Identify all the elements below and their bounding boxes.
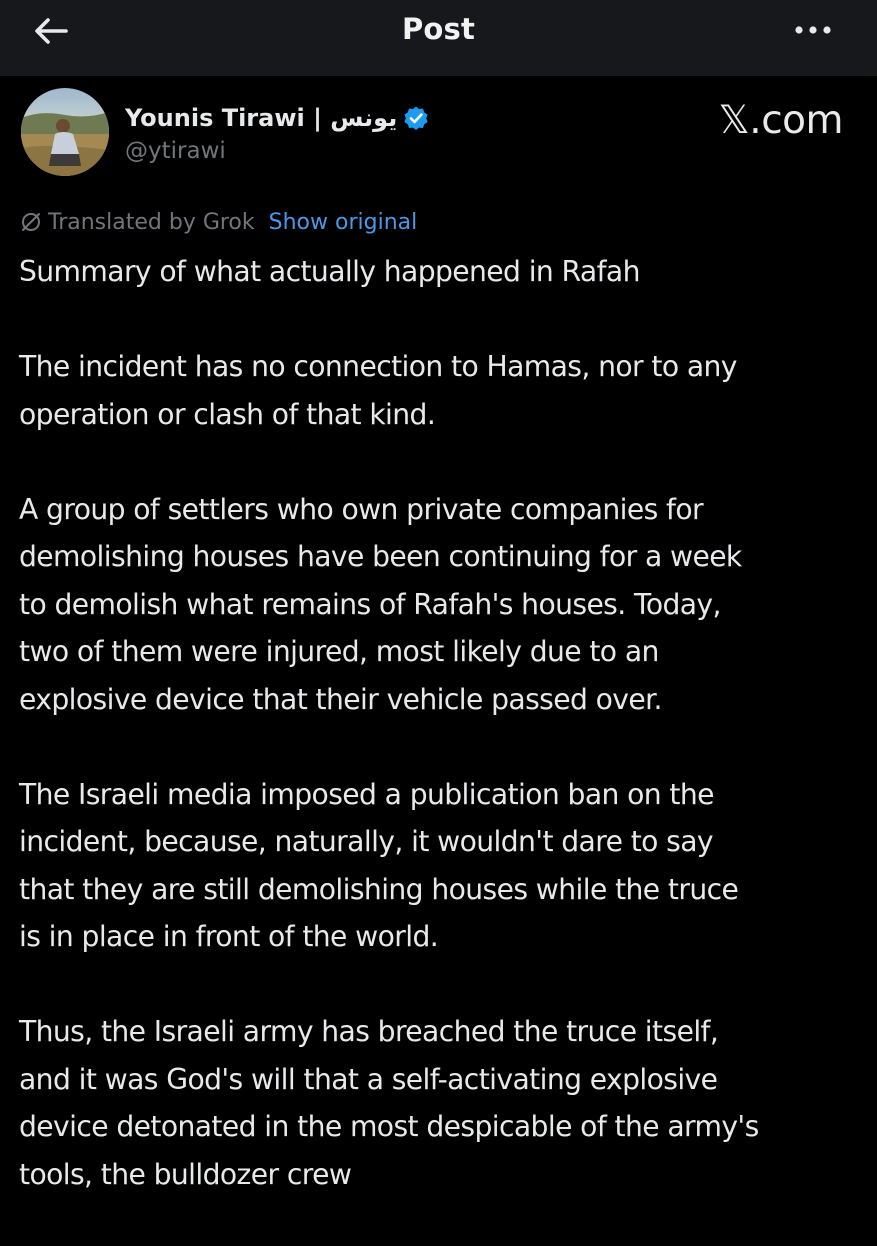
author-name-row[interactable]: Younis Tirawi | يونس <box>125 100 429 136</box>
translation-notice: Translated by Grok Show original <box>20 205 417 239</box>
post-paragraph: A group of settlers who own private comp… <box>19 492 742 716</box>
show-original-link[interactable]: Show original <box>269 210 418 235</box>
translated-by-label: Translated by Grok <box>48 209 255 235</box>
author-name[interactable]: Younis Tirawi | يونس <box>125 104 397 132</box>
verified-badge-icon <box>403 105 429 131</box>
more-horizontal-icon <box>793 20 837 40</box>
post-paragraph: Summary of what actually happened in Raf… <box>19 255 640 288</box>
more-options-button[interactable] <box>793 20 837 40</box>
site-watermark: 𝕏.com <box>718 98 843 143</box>
page-title: Post <box>401 12 476 46</box>
post-paragraph: The incident has no connection to Hamas,… <box>19 350 737 431</box>
post-paragraph: Thus, the Israeli army has breached the … <box>19 1015 759 1191</box>
top-navigation-bar: Post <box>0 0 877 76</box>
avatar[interactable] <box>21 88 109 176</box>
author-handle[interactable]: @ytirawi <box>125 138 226 164</box>
grok-icon <box>20 211 42 233</box>
post-paragraph: The Israeli media imposed a publication … <box>19 777 739 954</box>
post-body: Summary of what actually happened in Raf… <box>19 248 869 1246</box>
